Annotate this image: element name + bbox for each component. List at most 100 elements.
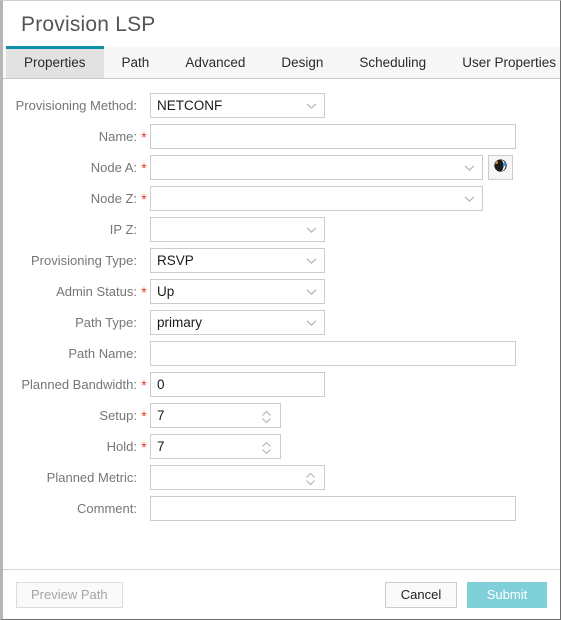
field-wrap-provisioning-method: NETCONF — [150, 93, 325, 118]
input-path-name[interactable] — [150, 341, 516, 366]
required-spacer: * — [138, 98, 150, 114]
form-row-provisioning-method: Provisioning Method:* NETCONF — [3, 91, 560, 120]
form-row-admin-status: Admin Status: * Up — [3, 277, 560, 306]
chevron-down-icon — [306, 288, 317, 295]
field-label-node-a: Node A: — [90, 160, 137, 175]
field-label-provisioning-method: Provisioning Method: — [15, 98, 137, 113]
chevron-down-icon — [306, 102, 317, 109]
preview-path-button[interactable]: Preview Path — [16, 581, 123, 608]
field-value: NETCONF — [157, 98, 223, 113]
chevron-down-icon — [464, 164, 475, 171]
select-ip-z[interactable] — [150, 217, 325, 242]
tab-design[interactable]: Design — [263, 47, 341, 78]
select-node-z[interactable] — [150, 186, 483, 211]
required-asterisk: * — [141, 407, 147, 424]
form-row-path-name: Path Name:* — [3, 339, 560, 368]
tab-label: Advanced — [185, 55, 246, 70]
required-asterisk: * — [141, 283, 147, 300]
field-value: RSVP — [157, 253, 194, 268]
input-comment[interactable] — [150, 496, 516, 521]
tab-bar: Properties Path Advanced Design Scheduling Us… — [3, 46, 560, 79]
select-provisioning-method[interactable]: NETCONF — [150, 93, 325, 118]
form-row-node-a: Node A: * — [3, 153, 560, 182]
select-provisioning-type[interactable]: RSVP — [150, 248, 325, 273]
field-wrap-ip-z — [150, 217, 325, 242]
field-wrap-comment — [150, 496, 516, 521]
input-hold[interactable]: 7 — [150, 434, 281, 459]
field-value: 0 — [157, 377, 165, 392]
form-row-hold: Hold: * 7 — [3, 432, 560, 461]
field-label-planned-metric: Planned Metric: — [46, 470, 137, 485]
select-node-a[interactable] — [150, 155, 483, 180]
globe-icon — [493, 158, 508, 178]
required-spacer: * — [138, 470, 150, 486]
field-label-ip-z: IP Z: — [109, 222, 137, 237]
required-asterisk: * — [141, 376, 147, 393]
field-wrap-setup: 7 — [150, 403, 281, 428]
form-row-planned-bandwidth: Planned Bandwidth: * 0 — [3, 370, 560, 399]
spinner-arrows-icon[interactable] — [305, 470, 316, 485]
tab-label: Path — [121, 55, 150, 70]
field-wrap-path-name — [150, 341, 516, 366]
tab-label: Scheduling — [359, 55, 427, 70]
cancel-button[interactable]: Cancel — [385, 581, 457, 608]
form-row-planned-metric: Planned Metric:* — [3, 463, 560, 492]
tab-label: Design — [281, 55, 324, 70]
field-label-admin-status: Admin Status: — [56, 284, 137, 299]
field-label-path-name: Path Name: — [68, 346, 137, 361]
input-planned-bandwidth[interactable]: 0 — [150, 372, 325, 397]
field-label-setup: Setup: — [99, 408, 137, 423]
field-wrap-path-type: primary — [150, 310, 325, 335]
form-row-name: Name: * — [3, 122, 560, 151]
field-value: primary — [157, 315, 203, 330]
tab-properties[interactable]: Properties — [6, 46, 104, 78]
required-spacer: * — [138, 222, 150, 238]
tab-user-properties[interactable]: User Properties — [444, 47, 560, 78]
field-wrap-hold: 7 — [150, 434, 281, 459]
field-label-provisioning-type: Provisioning Type: — [31, 253, 137, 268]
field-label-comment: Comment: — [77, 501, 137, 516]
tab-scheduling[interactable]: Scheduling — [341, 47, 444, 78]
dialog-footer: Preview Path Cancel Submit — [3, 569, 560, 619]
form-row-setup: Setup: * 7 — [3, 401, 560, 430]
required-spacer: * — [138, 346, 150, 362]
required-asterisk: * — [141, 128, 147, 145]
tab-label: User Properties — [462, 55, 556, 70]
tab-path[interactable]: Path — [104, 47, 168, 78]
required-spacer: * — [138, 253, 150, 269]
chevron-down-icon — [306, 257, 317, 264]
input-name[interactable] — [150, 124, 516, 149]
field-wrap-name — [150, 124, 516, 149]
tab-advanced[interactable]: Advanced — [167, 47, 263, 78]
form-row-path-type: Path Type:* primary — [3, 308, 560, 337]
form-row-comment: Comment:* — [3, 494, 560, 523]
node-a-map-button[interactable] — [488, 155, 513, 180]
field-label-node-z: Node Z: — [90, 191, 137, 206]
select-path-type[interactable]: primary — [150, 310, 325, 335]
required-spacer: * — [138, 501, 150, 517]
provision-lsp-dialog: Provision LSP Properties Path Advanced Desi… — [0, 0, 561, 620]
page-title: Provision LSP — [21, 13, 156, 36]
form-row-ip-z: IP Z:* — [3, 215, 560, 244]
field-label-path-type: Path Type: — [75, 315, 137, 330]
spinner-arrows-icon[interactable] — [261, 408, 272, 423]
input-planned-metric[interactable] — [150, 465, 325, 490]
required-asterisk: * — [141, 190, 147, 207]
field-wrap-provisioning-type: RSVP — [150, 248, 325, 273]
submit-button[interactable]: Submit — [467, 581, 547, 608]
spinner-arrows-icon[interactable] — [261, 439, 272, 454]
field-value: 7 — [157, 408, 165, 423]
chevron-down-icon — [464, 195, 475, 202]
input-setup[interactable]: 7 — [150, 403, 281, 428]
chevron-down-icon — [306, 319, 317, 326]
field-wrap-node-z — [150, 186, 483, 211]
field-wrap-planned-bandwidth: 0 — [150, 372, 325, 397]
select-admin-status[interactable]: Up — [150, 279, 325, 304]
required-asterisk: * — [141, 438, 147, 455]
field-label-hold: Hold: — [106, 439, 137, 454]
tab-label: Properties — [24, 55, 86, 70]
dialog-titlebar: Provision LSP — [3, 1, 560, 47]
required-asterisk: * — [141, 159, 147, 176]
form-row-provisioning-type: Provisioning Type:* RSVP — [3, 246, 560, 275]
field-wrap-admin-status: Up — [150, 279, 325, 304]
